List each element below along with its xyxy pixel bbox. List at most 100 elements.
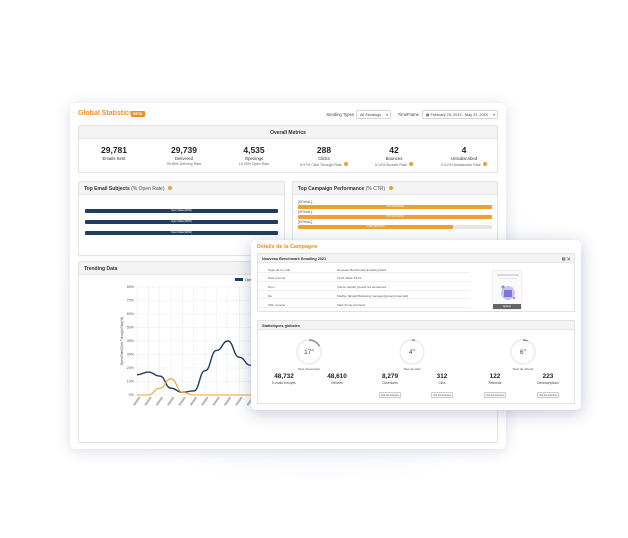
donut-value: 4%: [398, 348, 426, 356]
rate-donut: 17% Taux d'ouverture: [295, 338, 323, 371]
campaign-stat-value: 48,732: [274, 373, 294, 380]
timeframe-label: TimeFrame: [397, 112, 419, 117]
campaign-name: Nouveau Benchmark Emailing 2021: [262, 256, 327, 261]
campaign-bar-text: CTR (100.00%): [385, 205, 405, 208]
y-tick-label: 10%: [127, 380, 135, 384]
info-row-key: De: [268, 293, 272, 298]
x-tick-label: [189, 396, 198, 406]
metric-label: Unsubscribed: [450, 156, 478, 161]
info-icon[interactable]: [388, 186, 393, 190]
donut-label: Taux de rebond: [512, 367, 534, 371]
info-row-value: 12.01.2022 19:21: [337, 276, 362, 281]
campaign-details-title: Détails de la Campagne: [257, 244, 318, 250]
info-icon[interactable]: [408, 162, 413, 166]
overall-metrics-title: Overall Metrics: [79, 126, 497, 139]
subject-bar-track[interactable]: Open Rate(100%): [85, 231, 278, 235]
view-data-button[interactable]: Voir les données: [537, 392, 559, 398]
timeframe-select[interactable]: ▦ February 23, 2019 - May 22, 2019 ▾: [422, 110, 498, 119]
y-tick-label: 60%: [127, 312, 135, 316]
metric-rate-text: 15.25% Open Rate: [238, 162, 270, 166]
percent-sign: %: [412, 348, 416, 352]
view-data-button[interactable]: Voir les données: [431, 392, 453, 398]
campaign-stat-label: E-mails envoyés: [272, 381, 296, 385]
info-row-key: Date d'envoi: [268, 276, 286, 281]
campaign-details-window: Détails de la Campagne Nouveau Benchmark…: [251, 240, 581, 410]
campaign-stat-value: 48,610: [327, 373, 347, 380]
metric-item: 42 Bounces 0.14% Bounce Rate: [359, 145, 429, 167]
metric-rate-text: 99.86% Delivery Rate: [166, 162, 202, 166]
metric-value: 4,535: [243, 145, 265, 155]
info-row-key: Sujet de l'e-mail: [268, 267, 290, 272]
metric-rate: 15.25% Open Rate: [219, 162, 289, 166]
campaign-bar-text: CTR (100.00%): [366, 225, 385, 228]
info-row: Date d'envoi 12.01.2022 19:21: [258, 274, 470, 282]
metric-rate: 0.14% Bounce Rate: [359, 162, 429, 167]
info-row: URL ouverte https://cmp.io/cmpsp: [258, 300, 470, 309]
metric-label: Delivered: [174, 156, 194, 161]
campaign-stat-label: Clics: [438, 381, 446, 385]
subject-bar-track[interactable]: Open Rate(100%): [85, 220, 278, 224]
info-icon[interactable]: [343, 162, 348, 166]
campaign-bar-track[interactable]: CTR (100.00%): [298, 205, 492, 209]
metric-label: Bounces: [385, 156, 403, 161]
campaign-stat-label: Délivrés: [331, 381, 343, 385]
percent-sign: %: [523, 348, 527, 352]
metric-value: 42: [389, 145, 399, 155]
toolbar-icons: ▤ ⇲: [562, 256, 570, 261]
y-tick-label: 30%: [127, 353, 135, 357]
campaign-stat: 312 Clics: [422, 373, 462, 385]
metric-label: Openings: [244, 156, 264, 161]
email-preview-thumbnail[interactable]: Aperçu: [492, 270, 522, 310]
info-icon[interactable]: [167, 186, 172, 190]
page-title: Global Statistics: [78, 110, 133, 117]
export-icon[interactable]: ⇲: [567, 256, 570, 261]
metric-value: 288: [316, 145, 332, 155]
print-icon[interactable]: ▤: [562, 256, 566, 261]
metric-item: 4 Unsubscribed 0.01% Unsubscribe Rate: [429, 145, 499, 167]
sending-types-value: All Sendings: [360, 113, 382, 117]
sending-types-select[interactable]: All Sendings ▾: [356, 110, 391, 119]
x-tick-label: [132, 396, 141, 406]
rate-donut: 6% Taux de rebond: [509, 338, 537, 371]
campaign-stat-label: Ouvertures: [382, 381, 398, 385]
calendar-icon: ▦: [426, 113, 430, 117]
campaign-stat-value: 223: [542, 373, 554, 380]
rate-donut: 4% Taux de clics: [398, 338, 426, 371]
y-tick-label: 40%: [127, 339, 135, 343]
top-email-subjects-title: Top Email Subjects: [84, 186, 130, 192]
sending-types-label: Sending Types: [326, 112, 354, 117]
campaign-stat-label: Désinscriptions: [537, 381, 559, 385]
campaign-bar-label: [SField1],: [298, 220, 313, 224]
y-tick-label: 50%: [127, 326, 135, 330]
chevron-down-icon: ▾: [493, 113, 495, 117]
top-campaign-subtitle: (% CTR): [365, 186, 386, 192]
metric-value: 29,739: [171, 145, 197, 155]
x-tick-label: [144, 396, 152, 406]
timeframe-value: February 23, 2019 - May 22, 2019: [430, 113, 488, 117]
metric-rate-text: 0.14% Bounce Rate: [375, 163, 407, 167]
donut-label: Taux d'ouverture: [297, 367, 321, 371]
x-tick-label: [155, 396, 164, 406]
campaign-bar-label: [SField1],: [298, 210, 313, 214]
campaign-stat: 223 Désinscriptions: [528, 373, 568, 385]
subject-bar-text: Open Rate(100%): [171, 209, 192, 212]
preview-button[interactable]: Aperçu: [493, 304, 521, 309]
top-campaign-header: Top Campaign Performance (% CTR): [293, 182, 497, 195]
x-tick-label: [212, 396, 220, 406]
dashboard-header: Global Statistics BETA Sending Types All…: [78, 110, 498, 122]
view-data-button[interactable]: Voir les données: [379, 392, 401, 398]
subject-bar-track[interactable]: Open Rate(100%): [85, 209, 278, 213]
info-icon[interactable]: [482, 162, 487, 166]
metric-rate: 6.97% Click Through Rate: [289, 162, 359, 167]
metric-rate-text: 6.97% Click Through Rate: [300, 163, 342, 167]
top-campaign-title: Top Campaign Performance: [298, 186, 365, 192]
donut-label: Taux de clics: [403, 367, 421, 371]
campaign-bar-track[interactable]: CTR (100.00%): [298, 215, 492, 219]
metric-label: Emails Sent: [102, 156, 126, 161]
info-row-value: https://cmp.io/cmpsp: [337, 302, 366, 307]
campaign-stat-value: 312: [436, 373, 448, 380]
view-data-button[interactable]: Voir les données: [484, 392, 506, 398]
y-tick-label: 20%: [127, 366, 135, 370]
campaign-bar-track[interactable]: CTR (100.00%): [298, 225, 492, 229]
subject-bar-text: Open Rate(100%): [171, 220, 192, 223]
